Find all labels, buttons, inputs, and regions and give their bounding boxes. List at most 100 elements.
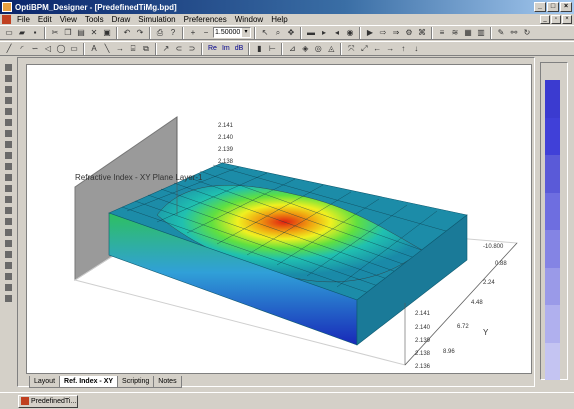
refresh-icon[interactable]: ↻ [521, 27, 533, 39]
tool-play4-icon[interactable] [4, 183, 14, 193]
plot2d-icon[interactable]: ⊿ [286, 43, 298, 55]
tool-play5-icon[interactable] [4, 194, 14, 204]
menu-view[interactable]: View [56, 15, 81, 24]
document-icon[interactable] [2, 15, 11, 24]
doc-close-button[interactable]: × [562, 15, 572, 24]
zoom-in-icon[interactable]: + [187, 27, 199, 39]
arrow-icon[interactable]: → [114, 43, 126, 55]
axis-icon[interactable]: ⊢ [266, 43, 278, 55]
zoom-select[interactable]: 1.50000 ▾ [213, 27, 251, 38]
tool-sbend-icon[interactable] [4, 95, 14, 105]
refractive-index-plot[interactable]: Refractive Index - XY Plane Layer-1 2.14… [26, 64, 532, 374]
group-icon[interactable]: ⧉ [140, 43, 152, 55]
maximize-button[interactable]: □ [547, 2, 559, 12]
layer-icon[interactable]: ≡ [436, 27, 448, 39]
expand-icon[interactable]: ⤢ [358, 43, 370, 55]
menu-draw[interactable]: Draw [108, 15, 135, 24]
arrow-down-icon[interactable]: ↓ [410, 43, 422, 55]
tool-block2-icon[interactable] [4, 117, 14, 127]
profile-icon[interactable]: ≋ [449, 27, 461, 39]
menu-window[interactable]: Window [231, 15, 267, 24]
mode-icon[interactable]: ⌘ [416, 27, 428, 39]
tab-ref-index-xy[interactable]: Ref. Index - XY [59, 376, 119, 388]
tool-taper-icon[interactable] [4, 84, 14, 94]
color-icon[interactable]: ▮ [253, 43, 265, 55]
tab-notes[interactable]: Notes [153, 376, 182, 388]
contour-icon[interactable]: ◎ [312, 43, 324, 55]
delete-icon[interactable]: ✕ [88, 27, 100, 39]
menu-preferences[interactable]: Preferences [180, 15, 231, 24]
output-plane-icon[interactable]: ◂ [331, 27, 343, 39]
plot3d-icon[interactable]: ◈ [299, 43, 311, 55]
re-button[interactable]: Re [206, 45, 219, 52]
rect-icon[interactable]: ▭ [68, 43, 80, 55]
wafer-icon[interactable]: ▥ [475, 27, 487, 39]
tool-port2-icon[interactable] [4, 260, 14, 270]
menu-file[interactable]: File [13, 15, 34, 24]
new-file-icon[interactable]: ▭ [3, 27, 15, 39]
tool-misc-icon[interactable] [4, 293, 14, 303]
tool-play-icon[interactable] [4, 150, 14, 160]
im-button[interactable]: Im [220, 45, 232, 52]
chevron-down-icon[interactable]: ▾ [242, 28, 250, 37]
undo-icon[interactable]: ↶ [121, 27, 133, 39]
save-icon[interactable]: ▪ [29, 27, 41, 39]
waveguide-icon[interactable]: ▬ [305, 27, 317, 39]
db-button[interactable]: dB [233, 45, 246, 52]
chain-icon[interactable]: ⊂ [173, 43, 185, 55]
arrow-up-icon[interactable]: ↑ [397, 43, 409, 55]
fit-icon[interactable]: ⤧ [345, 43, 357, 55]
taper-icon[interactable]: ◁ [42, 43, 54, 55]
menu-simulation[interactable]: Simulation [134, 15, 179, 24]
line-icon[interactable]: ╲ [101, 43, 113, 55]
doc-task-button[interactable]: PredefinedTi... [18, 394, 78, 408]
minimize-button[interactable]: _ [534, 2, 546, 12]
tool-block-icon[interactable] [4, 106, 14, 116]
input-plane-icon[interactable]: ▸ [318, 27, 330, 39]
tool-port4-icon[interactable] [4, 282, 14, 292]
sbend-icon[interactable]: ∽ [29, 43, 41, 55]
tool-ring-icon[interactable] [4, 139, 14, 149]
close-button[interactable]: × [560, 2, 572, 12]
pan-icon[interactable]: ✥ [285, 27, 297, 39]
tab-layout[interactable]: Layout [29, 376, 61, 388]
tool-line4-icon[interactable] [4, 238, 14, 248]
paste-icon[interactable]: ▤ [75, 27, 87, 39]
material-icon[interactable]: ▦ [462, 27, 474, 39]
tool-play2-icon[interactable] [4, 161, 14, 171]
tool-ellipse-icon[interactable] [4, 128, 14, 138]
ellipse-icon[interactable]: ◯ [55, 43, 67, 55]
pen-icon[interactable]: ✎ [495, 27, 507, 39]
open-folder-icon[interactable]: ▰ [16, 27, 28, 39]
label-icon[interactable]: ⌸ [127, 43, 139, 55]
straight-waveguide-icon[interactable]: ╱ [3, 43, 15, 55]
copy-icon[interactable]: ❐ [62, 27, 74, 39]
pointer-icon[interactable]: ↖ [259, 27, 271, 39]
duplicate-icon[interactable]: ▣ [101, 27, 113, 39]
tool-line-icon[interactable] [4, 205, 14, 215]
menu-tools[interactable]: Tools [81, 15, 108, 24]
doc-restore-button[interactable]: ▫ [551, 15, 561, 24]
tool-line3-icon[interactable] [4, 227, 14, 237]
tool-port-icon[interactable] [4, 249, 14, 259]
menu-edit[interactable]: Edit [34, 15, 56, 24]
zoom-out-icon[interactable]: − [200, 27, 212, 39]
help-icon[interactable]: ? [167, 27, 179, 39]
tool-arc-icon[interactable] [4, 73, 14, 83]
run-2d-icon[interactable]: ⇨ [377, 27, 389, 39]
tool-play3-icon[interactable] [4, 172, 14, 182]
select-icon[interactable]: ↗ [160, 43, 172, 55]
magnify-icon[interactable]: ⌕ [272, 27, 284, 39]
tool-line2-icon[interactable] [4, 216, 14, 226]
print-icon[interactable]: ⎙ [154, 27, 166, 39]
arrow-left-icon[interactable]: ← [371, 43, 383, 55]
link-icon[interactable]: ⚯ [508, 27, 520, 39]
text-icon[interactable]: A [88, 43, 100, 55]
chain2-icon[interactable]: ⊃ [186, 43, 198, 55]
run-3d-icon[interactable]: ⇒ [390, 27, 402, 39]
redo-icon[interactable]: ↷ [134, 27, 146, 39]
tool-waveguide-icon[interactable] [4, 62, 14, 72]
arrow-right-icon[interactable]: → [384, 43, 396, 55]
menu-help[interactable]: Help [267, 15, 291, 24]
run-icon[interactable]: ▶ [364, 27, 376, 39]
